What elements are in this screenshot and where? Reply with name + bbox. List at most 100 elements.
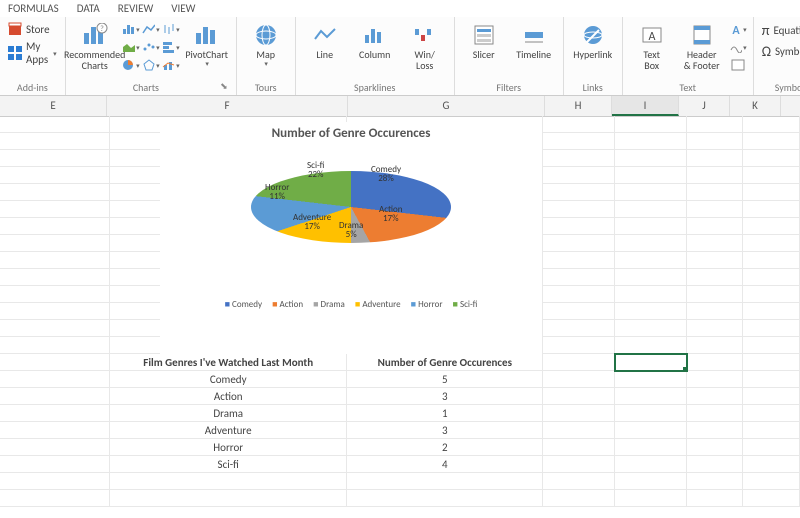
cell[interactable]: [615, 167, 687, 184]
cell[interactable]: [743, 150, 800, 167]
cell[interactable]: Adventure: [110, 422, 348, 439]
cell[interactable]: [743, 235, 800, 252]
cell[interactable]: [0, 490, 110, 507]
cell[interactable]: [543, 456, 615, 473]
cell[interactable]: [0, 286, 110, 303]
cell[interactable]: [543, 252, 615, 269]
cell[interactable]: [687, 167, 744, 184]
hbar-chart-icon[interactable]: [162, 39, 180, 55]
cell[interactable]: [687, 473, 744, 490]
header-footer-button[interactable]: Header & Footer: [679, 19, 725, 71]
cell[interactable]: [743, 422, 800, 439]
cell[interactable]: [0, 184, 110, 201]
pie-chart-icon[interactable]: [122, 57, 140, 73]
sparkline-line-button[interactable]: Line: [302, 19, 348, 60]
cell[interactable]: 5: [347, 371, 543, 388]
cell[interactable]: [0, 303, 110, 320]
cell[interactable]: [687, 116, 744, 133]
cell[interactable]: [687, 218, 744, 235]
cell[interactable]: [743, 201, 800, 218]
cell[interactable]: [615, 490, 687, 507]
tab-view[interactable]: VIEW: [171, 2, 195, 15]
radar-chart-icon[interactable]: [142, 57, 160, 73]
cell[interactable]: [743, 286, 800, 303]
cell[interactable]: [615, 116, 687, 133]
cell[interactable]: [543, 320, 615, 337]
cell[interactable]: 3: [347, 422, 543, 439]
cell[interactable]: [743, 184, 800, 201]
cell[interactable]: [743, 133, 800, 150]
cell[interactable]: [0, 218, 110, 235]
cell[interactable]: [687, 337, 744, 354]
cell[interactable]: [0, 405, 110, 422]
store-button[interactable]: Store: [6, 21, 59, 37]
cell[interactable]: [0, 252, 110, 269]
cell[interactable]: [687, 133, 744, 150]
cell[interactable]: [743, 116, 800, 133]
cell[interactable]: [743, 320, 800, 337]
cell[interactable]: Number of Genre Occurences: [347, 354, 543, 371]
timeline-button[interactable]: Timeline: [511, 19, 557, 60]
cell[interactable]: Sci-fi: [110, 456, 348, 473]
equation-button[interactable]: π Equation: [760, 21, 800, 40]
cell[interactable]: [743, 303, 800, 320]
cell[interactable]: [347, 473, 543, 490]
cell[interactable]: [615, 235, 687, 252]
myapps-button[interactable]: My Apps: [6, 39, 59, 67]
cell[interactable]: [543, 218, 615, 235]
cell[interactable]: [615, 456, 687, 473]
cell[interactable]: [743, 167, 800, 184]
cell[interactable]: [0, 201, 110, 218]
cell[interactable]: Comedy: [110, 371, 348, 388]
cell[interactable]: [687, 456, 744, 473]
cell[interactable]: [543, 422, 615, 439]
cell[interactable]: [543, 371, 615, 388]
cell[interactable]: [615, 439, 687, 456]
cell[interactable]: [687, 252, 744, 269]
cell[interactable]: [615, 320, 687, 337]
col-header-F[interactable]: F: [107, 96, 348, 116]
cell[interactable]: [615, 405, 687, 422]
cell[interactable]: [0, 354, 110, 371]
cell[interactable]: [687, 439, 744, 456]
cell[interactable]: [615, 150, 687, 167]
cell[interactable]: [543, 150, 615, 167]
cell[interactable]: [743, 218, 800, 235]
pie-chart-object[interactable]: Number of Genre Occurences Comedy28% Act…: [160, 122, 542, 354]
cell[interactable]: [687, 150, 744, 167]
area-chart-icon[interactable]: [122, 39, 140, 55]
sparkline-column-button[interactable]: Column: [352, 19, 398, 60]
cell[interactable]: [0, 133, 110, 150]
cell[interactable]: [615, 422, 687, 439]
cell[interactable]: [743, 490, 800, 507]
cell[interactable]: [543, 235, 615, 252]
cell[interactable]: [543, 388, 615, 405]
cell[interactable]: [687, 269, 744, 286]
slicer-button[interactable]: Slicer: [461, 19, 507, 60]
pivotchart-button[interactable]: PivotChart: [184, 19, 230, 68]
cell[interactable]: [743, 405, 800, 422]
cell[interactable]: [543, 439, 615, 456]
cell[interactable]: Drama: [110, 405, 348, 422]
cell[interactable]: [687, 405, 744, 422]
cell[interactable]: [615, 133, 687, 150]
cell[interactable]: [0, 269, 110, 286]
col-header-I[interactable]: I: [612, 96, 679, 116]
cell[interactable]: [743, 439, 800, 456]
cell[interactable]: [687, 201, 744, 218]
col-header-J[interactable]: J: [679, 96, 730, 116]
textbox-button[interactable]: A Text Box: [629, 19, 675, 71]
object-icon[interactable]: [729, 57, 747, 73]
col-header-G[interactable]: G: [348, 96, 545, 116]
cell[interactable]: Action: [110, 388, 348, 405]
cell[interactable]: [0, 422, 110, 439]
cell[interactable]: [0, 116, 110, 133]
cell[interactable]: 3: [347, 388, 543, 405]
cell[interactable]: [687, 371, 744, 388]
cell[interactable]: [687, 490, 744, 507]
cell[interactable]: [110, 490, 348, 507]
cell[interactable]: [0, 371, 110, 388]
cell[interactable]: [687, 286, 744, 303]
cell[interactable]: [543, 473, 615, 490]
cell[interactable]: [687, 354, 744, 371]
